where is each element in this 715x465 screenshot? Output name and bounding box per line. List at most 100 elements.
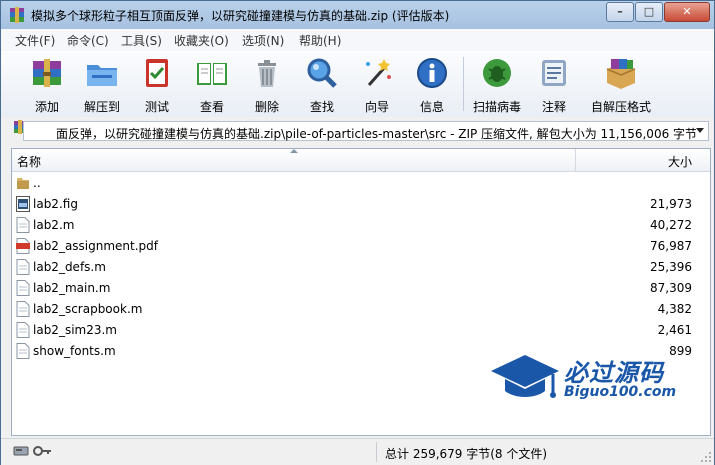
add-button[interactable]: 添加 — [21, 53, 73, 115]
add-label: 添加 — [34, 100, 59, 114]
list-item[interactable]: lab2.m 40,272 — [12, 215, 710, 236]
file-name: .. — [33, 176, 41, 190]
view-label: 查看 — [199, 100, 224, 114]
file-size: 87,309 — [650, 281, 692, 295]
menu-file[interactable]: 文件(F) — [15, 32, 55, 49]
find-magnifier-icon — [307, 58, 337, 88]
file-name: show_fonts.m — [33, 344, 116, 358]
info-label: 信息 — [419, 100, 444, 114]
wizard-button[interactable]: 向导 — [351, 53, 403, 115]
add-archive-icon — [33, 59, 61, 87]
watermark-logo: 必过源码 Biguo100.com — [489, 349, 689, 409]
list-item[interactable]: lab2.fig 21,973 — [12, 194, 710, 215]
path-combobox[interactable]: 面反弹，以研究碰撞建模与仿真的基础.zip\pile-of-particles-… — [23, 121, 709, 141]
address-bar: 面反弹，以研究碰撞建模与仿真的基础.zip\pile-of-particles-… — [1, 117, 714, 145]
menu-command[interactable]: 命令(C) — [67, 32, 109, 49]
list-item[interactable]: .. — [12, 173, 710, 194]
drive-key-icon — [13, 446, 51, 456]
watermark-url: Biguo100.com — [564, 384, 677, 400]
sfx-label: 自解压格式 — [591, 100, 652, 114]
toolbar-separator — [463, 57, 464, 111]
watermark-brand: 必过源码 — [564, 359, 664, 387]
maximize-button[interactable]: □ — [635, 2, 663, 22]
document-icon — [16, 322, 30, 338]
view-button[interactable]: 查看 — [186, 53, 238, 115]
trash-icon — [258, 60, 276, 87]
file-size: 40,272 — [650, 218, 692, 232]
wizard-label: 向导 — [364, 100, 389, 114]
document-icon — [16, 280, 30, 296]
file-name: lab2_defs.m — [33, 260, 106, 274]
extract-to-button[interactable]: 解压到 — [76, 53, 128, 115]
column-header-name[interactable]: 名称 — [17, 153, 41, 170]
column-header-size[interactable]: 大小 — [668, 153, 692, 170]
delete-button[interactable]: 删除 — [241, 53, 293, 115]
menu-favorites[interactable]: 收藏夹(O) — [174, 32, 229, 49]
file-size: 21,973 — [650, 197, 692, 211]
pdf-file-icon — [16, 238, 30, 254]
list-item[interactable]: lab2_scrapbook.m 4,382 — [12, 299, 710, 320]
comment-label: 注释 — [541, 100, 566, 114]
list-header: 名称 大小 — [12, 149, 710, 172]
file-name: lab2_scrapbook.m — [33, 302, 143, 316]
info-icon — [417, 58, 447, 88]
extract-folder-icon — [87, 65, 117, 86]
list-item[interactable]: lab2_main.m 87,309 — [12, 278, 710, 299]
close-icon: ✕ — [682, 5, 692, 18]
sfx-button[interactable]: 自解压格式 — [591, 53, 651, 115]
test-label: 测试 — [144, 100, 169, 114]
status-bar: 总计 259,679 字节(8 个文件) — [1, 438, 714, 465]
file-size: 76,987 — [650, 239, 692, 253]
status-separator — [376, 442, 377, 462]
graduation-cap-icon — [491, 355, 559, 398]
list-item[interactable]: lab2_assignment.pdf 76,987 — [12, 236, 710, 257]
view-book-icon — [197, 63, 227, 85]
menu-help[interactable]: 帮助(H) — [299, 32, 341, 49]
file-size: 2,461 — [657, 323, 692, 337]
document-icon — [16, 259, 30, 275]
menu-options[interactable]: 选项(N) — [242, 32, 284, 49]
chevron-down-icon[interactable] — [696, 128, 704, 133]
path-text: 面反弹，以研究碰撞建模与仿真的基础.zip\pile-of-particles-… — [56, 127, 696, 141]
file-name: lab2_main.m — [33, 281, 111, 295]
find-label: 查找 — [309, 100, 334, 114]
test-button[interactable]: 测试 — [131, 53, 183, 115]
delete-label: 删除 — [254, 100, 279, 114]
document-icon — [16, 217, 30, 233]
virus-scan-icon — [483, 59, 511, 87]
close-button[interactable]: ✕ — [664, 2, 710, 22]
comment-icon — [542, 60, 566, 86]
minimize-button[interactable]: – — [606, 2, 634, 22]
toolbar: 添加 解压到 测试 查看 删除 查找 向导 信息 扫描病毒 注释 自解压格式 — [1, 51, 714, 118]
document-icon — [16, 343, 30, 359]
file-name: lab2.fig — [33, 197, 78, 211]
column-divider[interactable] — [575, 149, 576, 171]
minimize-icon: – — [617, 5, 623, 18]
wizard-wand-icon — [366, 59, 391, 86]
menu-tools[interactable]: 工具(S) — [121, 32, 162, 49]
title-bar[interactable]: 模拟多个球形粒子相互顶面反弹，以研究碰撞建模与仿真的基础.zip (评估版本) … — [1, 1, 714, 29]
virus-scan-label: 扫描病毒 — [472, 100, 521, 114]
file-size: 25,396 — [650, 260, 692, 274]
winrar-app-icon — [10, 7, 24, 23]
file-name: lab2_assignment.pdf — [33, 239, 159, 253]
info-button[interactable]: 信息 — [406, 53, 458, 115]
extract-to-label: 解压到 — [83, 100, 120, 114]
resize-grip-icon[interactable] — [700, 451, 712, 463]
file-name: lab2.m — [33, 218, 75, 232]
comment-button[interactable]: 注释 — [528, 53, 580, 115]
menu-bar: 文件(F) 命令(C) 工具(S) 收藏夹(O) 选项(N) 帮助(H) — [1, 29, 714, 52]
document-icon — [16, 301, 30, 317]
window-title: 模拟多个球形粒子相互顶面反弹，以研究碰撞建模与仿真的基础.zip (评估版本) — [31, 9, 450, 23]
maximize-icon: □ — [643, 5, 655, 18]
find-button[interactable]: 查找 — [296, 53, 348, 115]
status-summary: 总计 259,679 字节(8 个文件) — [385, 447, 548, 461]
file-size: 4,382 — [657, 302, 692, 316]
sfx-box-icon — [606, 59, 636, 89]
fig-file-icon — [16, 196, 30, 212]
file-name: lab2_sim23.m — [33, 323, 117, 337]
list-item[interactable]: lab2_sim23.m 2,461 — [12, 320, 710, 341]
list-item[interactable]: lab2_defs.m 25,396 — [12, 257, 710, 278]
sort-ascending-icon — [290, 149, 298, 153]
virus-scan-button[interactable]: 扫描病毒 — [471, 53, 523, 115]
